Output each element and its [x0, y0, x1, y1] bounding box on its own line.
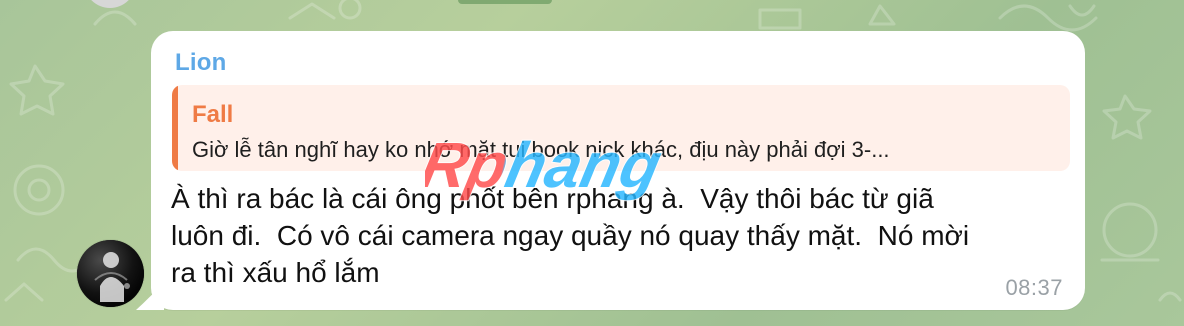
bubble-tail [136, 284, 164, 310]
reply-sender-name: Fall [192, 101, 234, 128]
previous-message-fragment [458, 0, 552, 4]
avatar[interactable] [77, 240, 144, 307]
reply-accent-bar [172, 85, 178, 171]
reply-message-text: Giờ lễ tân nghĩ hay ko nhớ mặt tui book … [192, 137, 890, 162]
message-time: 08:37 [1005, 275, 1063, 300]
reply-preview[interactable]: Fall Giờ lễ tân nghĩ hay ko nhớ mặt tui … [172, 85, 1070, 171]
message-bubble[interactable]: Lion Fall Giờ lễ tân nghĩ hay ko nhớ mặt… [151, 31, 1085, 310]
message-text: À thì ra bác là cái ông phốt bên rphang … [171, 183, 970, 288]
sender-name[interactable]: Lion [175, 49, 226, 77]
